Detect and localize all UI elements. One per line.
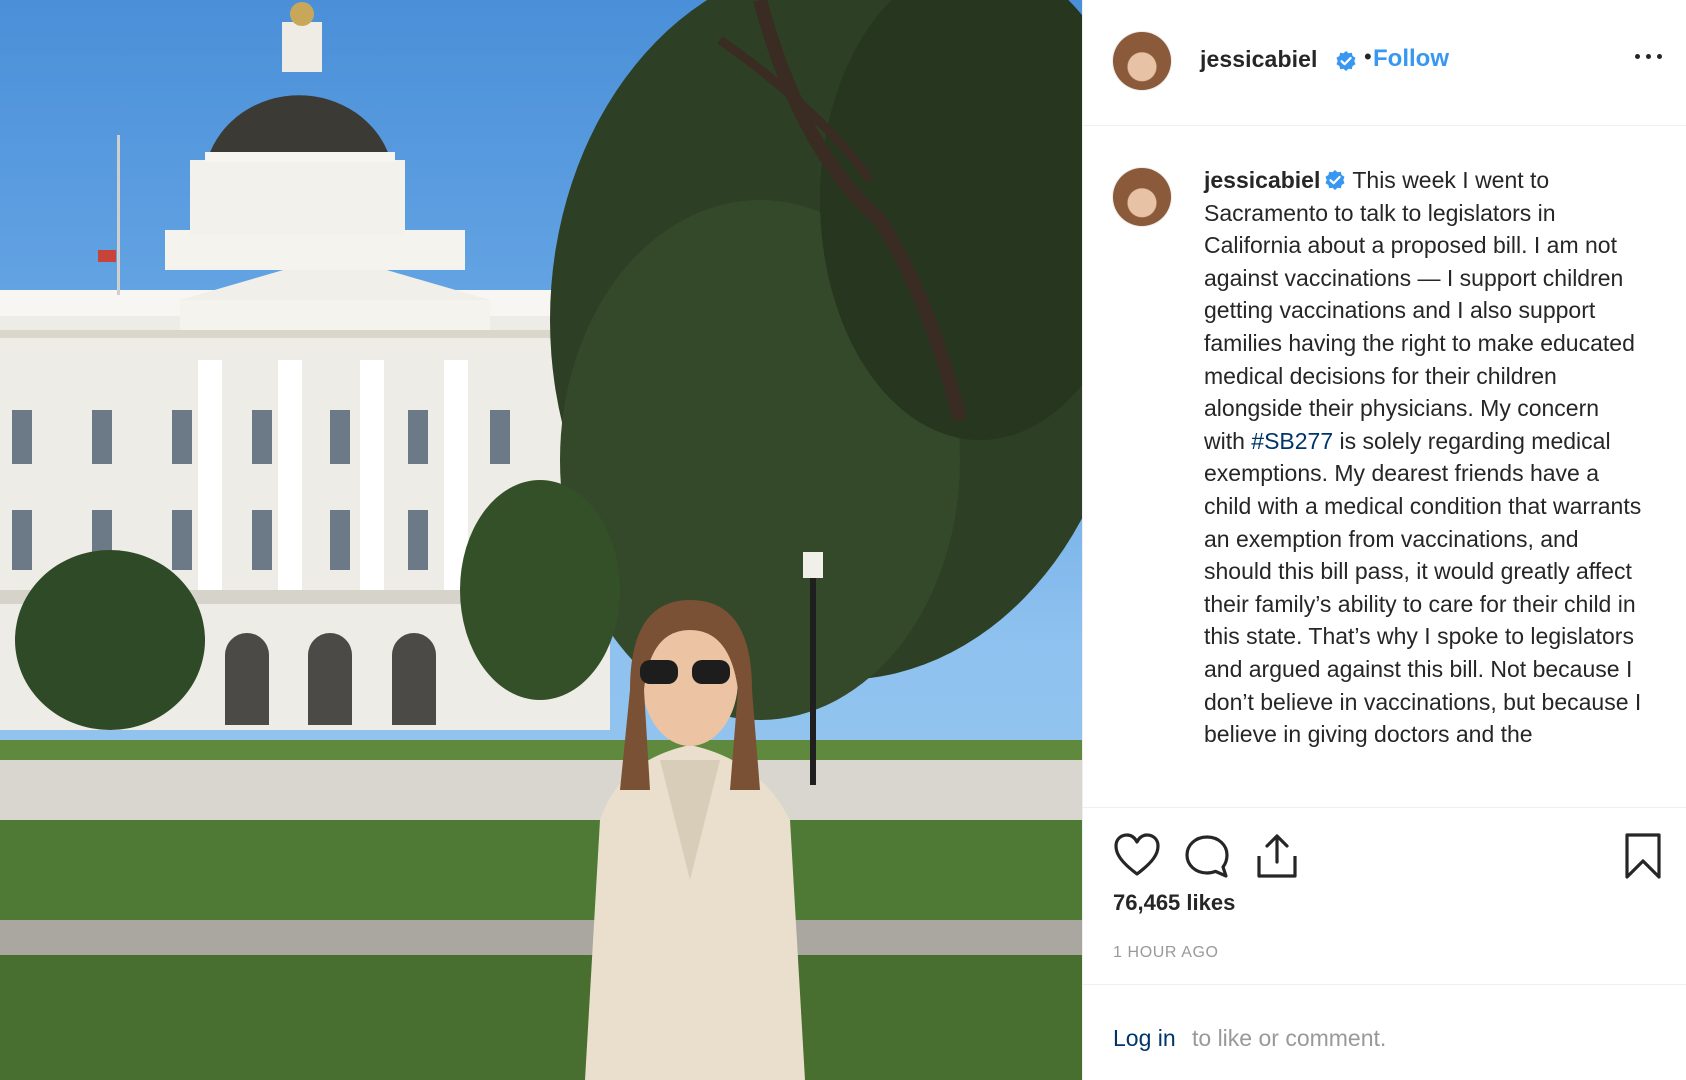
login-link[interactable]: Log in [1113, 1025, 1176, 1052]
caption-area: jessicabiel This week I went to Sacramen… [1083, 126, 1686, 808]
caption-username[interactable]: jessicabiel [1204, 167, 1320, 193]
verified-badge-icon [1336, 51, 1356, 71]
comment-bubble-icon[interactable] [1183, 834, 1231, 880]
hashtag-link[interactable]: #SB277 [1251, 428, 1333, 454]
post-caption: jessicabiel This week I went to Sacramen… [1204, 164, 1644, 751]
caption-text-part2: is solely regarding medical exemptions. … [1204, 427, 1642, 748]
caption-author-avatar[interactable] [1113, 168, 1171, 226]
caption-text-part1: This week I went to Sacramento to talk t… [1204, 167, 1635, 454]
post-header: jessicabiel • Follow [1083, 0, 1686, 126]
verified-badge-icon [1325, 170, 1345, 190]
login-prompt-text: to like or comment. [1192, 1025, 1387, 1051]
likes-count[interactable]: 76,465 likes [1113, 890, 1235, 916]
capitol-scene-illustration [0, 0, 1082, 1080]
bookmark-icon[interactable] [1623, 832, 1663, 880]
heart-icon[interactable] [1113, 832, 1161, 878]
follow-button[interactable]: Follow [1373, 45, 1449, 73]
separator-dot: • [1364, 44, 1372, 69]
login-prompt: Log in to like or comment. [1083, 984, 1686, 1080]
post-timestamp[interactable]: 1 HOUR AGO [1113, 944, 1219, 962]
author-username[interactable]: jessicabiel [1200, 46, 1317, 73]
author-avatar[interactable] [1113, 32, 1171, 90]
post-photo[interactable] [0, 0, 1082, 1080]
post-side-panel: jessicabiel • Follow jessicabiel This we… [1082, 0, 1686, 1080]
more-options-icon[interactable] [1629, 38, 1669, 74]
share-upload-icon[interactable] [1255, 832, 1299, 880]
